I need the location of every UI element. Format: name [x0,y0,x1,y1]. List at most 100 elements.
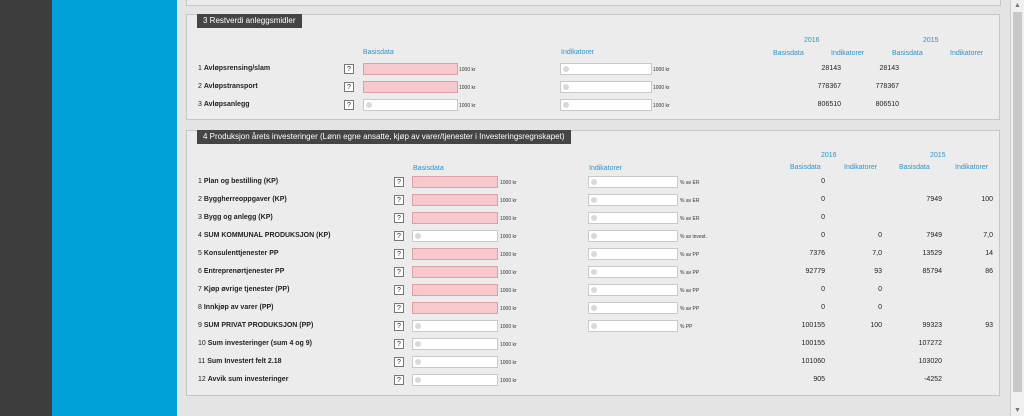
basisdata-input[interactable] [412,338,498,350]
value-2015-basisdata: 99323 [922,322,942,329]
indikator-input[interactable] [560,63,652,75]
value-2016-basisdata: 0 [821,304,825,311]
help-button[interactable]: ? [344,82,354,92]
value-2016-indikator: 7,0 [872,250,882,257]
indikator-input[interactable] [588,212,678,224]
basisdata-input[interactable] [412,212,498,224]
scroll-down-icon[interactable]: ▼ [1014,407,1021,414]
basisdata-input[interactable] [412,230,498,242]
basisdata-input[interactable] [412,356,498,368]
year-2015-header: 2015 [930,152,946,159]
value-2016-basisdata: 0 [821,232,825,239]
help-button[interactable]: ? [394,267,404,277]
value-2016-basisdata: 0 [821,178,825,185]
row-title: Kjøp øvrige tjenester (PP) [203,286,290,293]
basisdata-input[interactable] [363,81,458,93]
scroll-thumb[interactable] [1013,12,1022,392]
value-2016-indikator: 28143 [879,65,899,72]
value-2016-basisdata: 7376 [809,250,825,257]
indikator-input[interactable] [588,284,678,296]
vertical-scrollbar[interactable]: ▲ ▼ [1010,0,1024,416]
indikator-unit: % av PP [680,252,700,258]
row-number: 11 [198,358,206,365]
basisdata-input[interactable] [412,248,498,260]
spinner-icon [591,251,597,257]
section-restverdi-panel: 3 Restverdi anleggsmidler Basisdata Indi… [186,14,1000,120]
row-label: 10 Sum investeringer (sum 4 og 9) [198,340,312,347]
help-button[interactable]: ? [394,213,404,223]
row-label: 7 Kjøp øvrige tjenester (PP) [198,286,289,293]
indikator-input[interactable] [588,176,678,188]
indikator-input[interactable] [560,99,652,111]
basisdata-unit: 1000 kr [500,198,517,204]
row-number: 3 [198,101,202,108]
help-button[interactable]: ? [394,357,404,367]
help-button[interactable]: ? [394,321,404,331]
indikator-input[interactable] [588,302,678,314]
value-2016-basisdata: 100155 [801,322,825,329]
basisdata-input[interactable] [363,99,458,111]
basisdata-input[interactable] [412,194,498,206]
indikator-input[interactable] [588,248,678,260]
col-header-indikatorer: Indikatorer [589,165,623,172]
value-2016-basisdata: 778367 [817,83,841,90]
help-button[interactable]: ? [394,375,404,385]
help-button[interactable]: ? [394,339,404,349]
row-label: 2 Avløpstransport [198,83,258,90]
row-title: Plan og bestilling (KP) [203,178,279,185]
row-title: Konsulenttjenester PP [203,250,279,257]
year-2016-header: 2016 [821,152,837,159]
help-button[interactable]: ? [394,303,404,313]
help-button[interactable]: ? [394,249,404,259]
basisdata-input[interactable] [412,266,498,278]
value-2015-basisdata: 85794 [922,268,942,275]
value-2016-basisdata: 806510 [817,101,841,108]
help-button[interactable]: ? [394,195,404,205]
basisdata-unit: 1000 kr [500,216,517,222]
help-button[interactable]: ? [394,177,404,187]
spinner-icon [415,341,421,347]
indikator-unit: % av ER [680,198,700,204]
help-button[interactable]: ? [344,64,354,74]
row-title: Avvik sum investeringer [207,376,289,383]
value-2015-basisdata: 107272 [918,340,942,347]
spinner-icon [415,377,421,383]
basisdata-unit: 1000 kr [500,234,517,240]
indikator-input[interactable] [588,194,678,206]
basisdata-input[interactable] [412,320,498,332]
value-2016-basisdata: 101060 [801,358,825,365]
row-title: Byggherreoppgaver (KP) [203,196,287,203]
basisdata-input[interactable] [412,176,498,188]
scroll-up-icon[interactable]: ▲ [1014,2,1021,9]
indikator-input[interactable] [560,81,652,93]
value-2016-indikator: 0 [878,304,882,311]
basisdata-input[interactable] [412,284,498,296]
value-2016-basisdata: 905 [813,376,825,383]
value-2016-indikator: 93 [874,268,882,275]
indikator-input[interactable] [588,266,678,278]
basisdata-input[interactable] [363,63,458,75]
row-title: Avløpsanlegg [203,101,250,108]
value-2015-basisdata: 7949 [926,232,942,239]
indikator-input[interactable] [588,230,678,242]
value-2016-indikator: 0 [878,286,882,293]
row-number: 7 [198,286,202,293]
basisdata-input[interactable] [412,374,498,386]
row-label: 3 Bygg og anlegg (KP) [198,214,273,221]
basisdata-unit: 1000 kr [500,270,517,276]
basisdata-input[interactable] [412,302,498,314]
basisdata-unit: 1000 kr [459,103,476,109]
indikator-unit: % av ER [680,180,700,186]
help-button[interactable]: ? [394,285,404,295]
value-2016-basisdata: 100155 [801,340,825,347]
value-2016-indikator: 806510 [875,101,899,108]
row-number: 9 [198,322,202,329]
spinner-icon [415,359,421,365]
row-label: 2 Byggherreoppgaver (KP) [198,196,287,203]
value-2016-indikator: 0 [878,232,882,239]
help-button[interactable]: ? [344,100,354,110]
row-number: 4 [198,232,202,239]
value-2016-basisdata: 0 [821,214,825,221]
indikator-input[interactable] [588,320,678,332]
help-button[interactable]: ? [394,231,404,241]
